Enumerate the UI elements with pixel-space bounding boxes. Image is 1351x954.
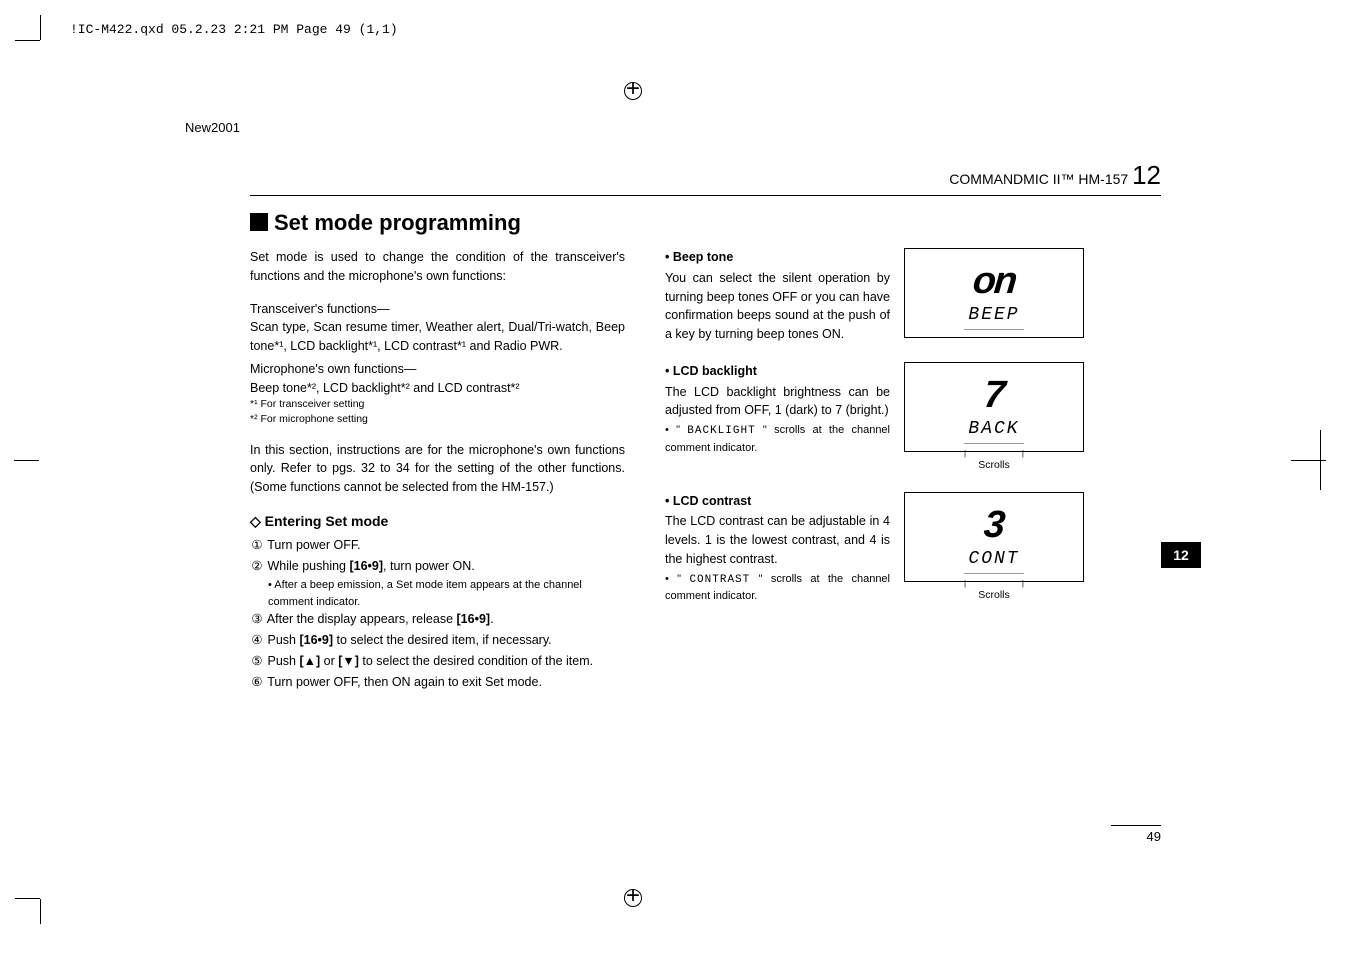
circled-2-icon: ② [250, 557, 264, 576]
backlight-lcd-value: 7 [983, 376, 1005, 414]
circled-5-icon: ⑤ [250, 652, 264, 671]
main-content: Set mode programming Set mode is used to… [250, 210, 1110, 693]
contrast-section: • LCD contrast The LCD contrast can be a… [665, 492, 1110, 605]
contrast-scrolls: Scrolls [904, 588, 1084, 604]
chapter-number: 12 [1132, 160, 1161, 190]
step-1: ① Turn power OFF. [250, 536, 625, 555]
beep-lcd: on BEEP [904, 248, 1084, 344]
backlight-scrolls: Scrolls [904, 458, 1084, 474]
registration-mark-bottom [620, 885, 644, 909]
scroll-marks-icon-2: || [964, 582, 1024, 586]
product-name: COMMANDMIC II™ HM-157 [949, 171, 1128, 187]
left-column: Set mode is used to change the condition… [250, 248, 625, 693]
crop-mark-mid-left [14, 460, 34, 480]
diamond-icon: ◇ [250, 513, 265, 529]
step-3: ③ After the display appears, release [16… [250, 610, 625, 629]
note-para: In this section, instructions are for th… [250, 441, 625, 497]
step-6: ⑥ Turn power OFF, then ON again to exit … [250, 673, 625, 692]
beep-text: You can select the silent operation by t… [665, 269, 890, 344]
transceiver-functions: Scan type, Scan resume timer, Weather al… [250, 318, 625, 356]
entering-heading: ◇ Entering Set mode [250, 511, 625, 532]
backlight-lcd-label: BACK [964, 416, 1023, 444]
section-title: Set mode programming [274, 210, 521, 235]
step-2: ② While pushing [16•9], turn power ON. [250, 557, 625, 576]
footer-rule [1111, 825, 1161, 826]
backlight-section: • LCD backlight The LCD backlight bright… [665, 362, 1110, 474]
crop-mark-top-left [40, 15, 60, 35]
entering-title: Entering Set mode [265, 513, 389, 529]
footnote-1: *¹ For transceiver setting [250, 397, 625, 412]
transceiver-label: Transceiver's functions— [250, 300, 625, 319]
page-header: COMMANDMIC II™ HM-157 12 [949, 160, 1161, 191]
circled-4-icon: ④ [250, 631, 264, 650]
contrast-text: The LCD contrast can be adjustable in 4 … [665, 512, 890, 568]
footnote-2: *² For microphone setting [250, 412, 625, 427]
backlight-bullet: • " BACKLIGHT " scrolls at the channel c… [665, 422, 890, 456]
backlight-text: The LCD backlight brightness can be adju… [665, 383, 890, 421]
step-4: ④ Push [16•9] to select the desired item… [250, 631, 625, 650]
crop-line-mid-right [1320, 430, 1321, 490]
backlight-title: • LCD backlight [665, 362, 890, 381]
scroll-marks-icon: || [964, 452, 1024, 456]
new-label: New2001 [185, 120, 240, 135]
intro-para: Set mode is used to change the condition… [250, 248, 625, 286]
beep-lcd-value: on [971, 262, 1017, 300]
beep-lcd-label: BEEP [964, 302, 1023, 330]
step-2-sub: • After a beep emission, a Set mode item… [268, 577, 625, 610]
header-rule [250, 195, 1161, 196]
right-column: • Beep tone You can select the silent op… [665, 248, 1110, 693]
circled-6-icon: ⑥ [250, 673, 264, 692]
circled-1-icon: ① [250, 536, 264, 555]
prepress-header: !IC-M422.qxd 05.2.23 2:21 PM Page 49 (1,… [70, 22, 398, 37]
beep-section: • Beep tone You can select the silent op… [665, 248, 1110, 344]
section-heading: Set mode programming [250, 210, 1110, 236]
beep-title: • Beep tone [665, 248, 890, 267]
contrast-bullet: • " CONTRAST " scrolls at the channel co… [665, 571, 890, 605]
registration-mark-top [620, 78, 644, 102]
microphone-label: Microphone's own functions— [250, 360, 625, 379]
page-tab: 12 [1161, 542, 1201, 568]
contrast-lcd-value: 3 [983, 506, 1005, 544]
backlight-lcd: 7 BACK || Scrolls [904, 362, 1084, 474]
circled-3-icon: ③ [250, 610, 264, 629]
square-bullet-icon [250, 213, 268, 231]
step-5: ⑤ Push [▲] or [▼] to select the desired … [250, 652, 625, 671]
crop-mark-bottom-left [40, 904, 60, 924]
contrast-lcd: 3 CONT || Scrolls [904, 492, 1084, 605]
contrast-title: • LCD contrast [665, 492, 890, 511]
crop-mark-mid-right [1291, 460, 1311, 480]
page-number: 49 [1147, 829, 1161, 844]
contrast-lcd-label: CONT [964, 546, 1023, 574]
microphone-functions: Beep tone*², LCD backlight*² and LCD con… [250, 379, 625, 398]
